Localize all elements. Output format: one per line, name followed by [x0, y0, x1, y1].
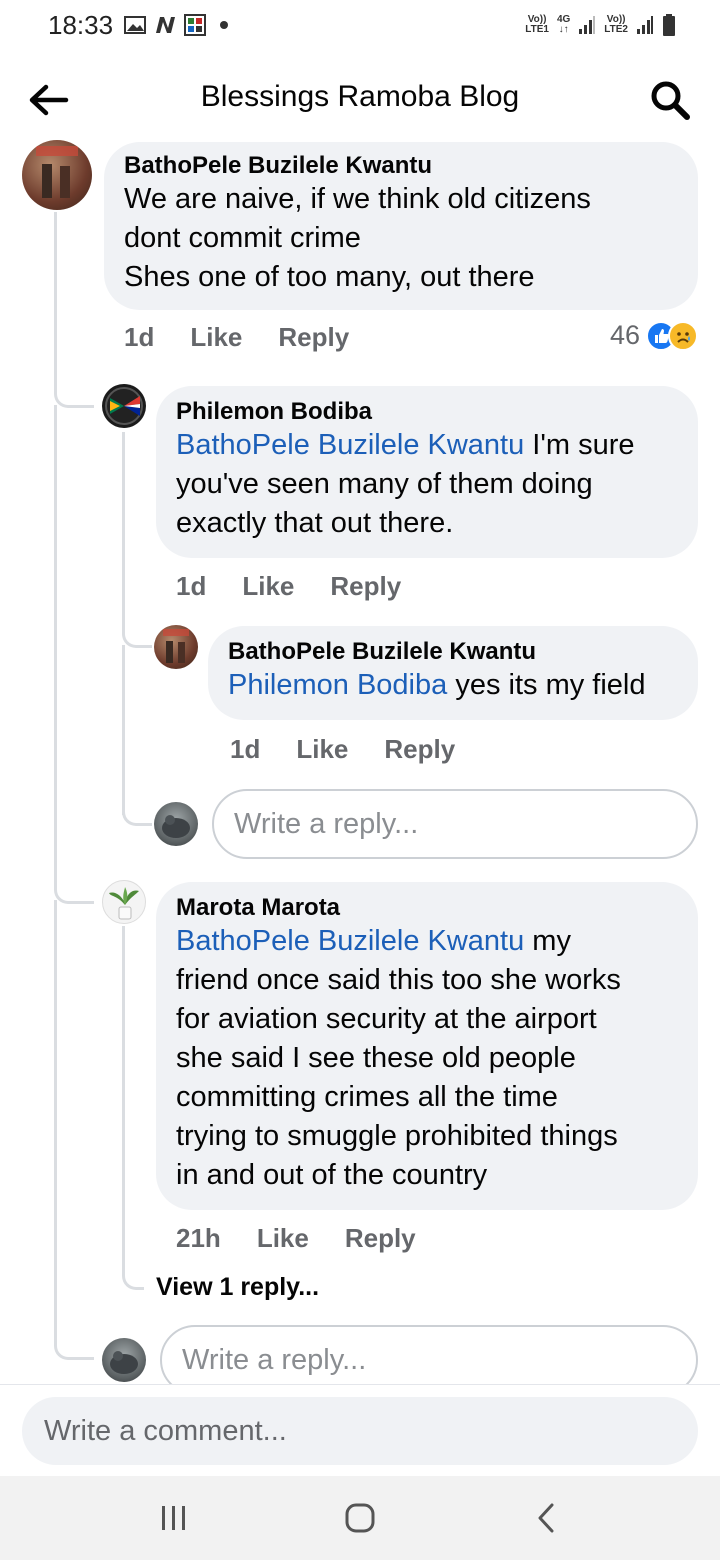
status-bar: 18:33 Vo)) LTE1 4G ↓↑ Vo)) LTE2 [0, 0, 720, 56]
comment-actions: 1d Like Reply [176, 571, 437, 602]
comment-actions: 1d Like Reply [124, 322, 385, 353]
thread-line-main [54, 212, 57, 392]
comment-composer-bar: Write a comment... [0, 1384, 720, 1476]
comment-text-line: you've seen many of them doing [176, 468, 593, 500]
comment-author[interactable]: BathoPele Buzilele Kwantu [124, 152, 678, 180]
sim1-volte-icon: Vo)) LTE1 [525, 14, 549, 35]
comment-text-line: exactly that out there. [176, 507, 454, 539]
comment-input-placeholder: Write a comment... [44, 1414, 287, 1447]
comment-text-line: dont commit crime [124, 222, 361, 254]
thread-connector-r1a [122, 620, 152, 648]
n-app-icon [156, 17, 175, 33]
gallery-icon [124, 16, 146, 34]
reply-input-placeholder: Write a reply... [182, 1343, 367, 1376]
comment-text-line: for aviation security at the airport [176, 1003, 597, 1035]
comment-actions: 1d Like Reply [230, 734, 491, 765]
avatar[interactable] [154, 625, 198, 669]
reply-input[interactable]: Write a reply... [212, 789, 698, 859]
plant-icon [109, 887, 139, 920]
comment-time: 1d [124, 322, 155, 352]
app-grid-icon [184, 14, 206, 36]
signal-sim2-icon [637, 16, 653, 34]
status-system-icons: Vo)) LTE1 4G ↓↑ Vo)) LTE2 [525, 14, 676, 36]
status-notification-icons [124, 14, 228, 36]
reply-button[interactable]: Reply [278, 322, 349, 353]
comment-actions: 21h Like Reply [176, 1223, 452, 1254]
reply-button[interactable]: Reply [330, 571, 401, 602]
avatar-image-icon [36, 146, 78, 198]
search-icon[interactable] [648, 78, 692, 122]
comment-text-line: in and out of the country [176, 1159, 488, 1191]
comment-time: 21h [176, 1223, 221, 1253]
thread-line-main-3 [54, 900, 57, 1340]
back-nav-icon[interactable] [528, 1498, 568, 1538]
page-title: Blessings Ramoba Blog [200, 80, 520, 113]
comment-text-line: trying to smuggle prohibited things [176, 1120, 618, 1152]
mention-link[interactable]: Philemon Bodiba [228, 669, 447, 701]
avatar-image-icon [162, 815, 190, 838]
avatar [102, 1338, 146, 1382]
sad-reaction-icon [668, 320, 698, 351]
reaction-summary[interactable]: 46 [610, 320, 698, 351]
comment-author[interactable]: BathoPele Buzilele Kwantu [228, 638, 678, 666]
comment-text-line: BathoPele Buzilele Kwantu my [176, 925, 571, 957]
status-time: 18:33 [48, 10, 114, 40]
like-button[interactable]: Like [296, 734, 348, 765]
comment-text-line: Shes one of too many, out there [124, 261, 535, 293]
recent-apps-icon[interactable] [154, 1498, 194, 1538]
avatar-image-icon [110, 1351, 138, 1374]
reaction-count: 46 [609, 320, 640, 350]
comment-text-line: committing crimes all the time [176, 1081, 558, 1113]
reply-bubble[interactable]: Philemon Bodiba BathoPele Buzilele Kwant… [156, 386, 698, 558]
app-header: Blessings Ramoba Blog [0, 56, 720, 142]
comment-bubble[interactable]: BathoPele Buzilele Kwantu We are naive, … [104, 142, 698, 310]
battery-icon [663, 14, 675, 36]
comment-text-line: BathoPele Buzilele Kwantu I'm sure [176, 429, 635, 461]
avatar[interactable] [102, 880, 146, 924]
mention-link[interactable]: BathoPele Buzilele Kwantu [176, 429, 524, 461]
reply-button[interactable]: Reply [345, 1223, 416, 1254]
thread-connector-reply-input [54, 1336, 94, 1360]
thread-connector-view-replies [122, 1264, 144, 1290]
reply-bubble[interactable]: Marota Marota BathoPele Buzilele Kwantu … [156, 882, 698, 1210]
thread-line-r1 [122, 432, 125, 632]
network-4g-icon: 4G ↓↑ [556, 14, 571, 35]
system-nav-bar [0, 1476, 720, 1560]
view-replies-link[interactable]: View 1 reply... [156, 1273, 319, 1302]
comment-text-line: she said I see these old people [176, 1042, 576, 1074]
notification-dot-icon [220, 21, 228, 29]
reply-button[interactable]: Reply [384, 734, 455, 765]
mention-link[interactable]: BathoPele Buzilele Kwantu [176, 925, 524, 957]
like-button[interactable]: Like [242, 571, 294, 602]
comment-input[interactable]: Write a comment... [22, 1397, 698, 1465]
thread-line-r1-2 [122, 645, 125, 815]
comment-text-line: friend once said this too she works [176, 964, 621, 996]
sim2-volte-icon: Vo)) LTE2 [604, 14, 628, 35]
thread-connector-r2 [54, 880, 94, 904]
thread-line-r2 [122, 926, 125, 1276]
avatar[interactable] [22, 140, 92, 210]
comment-time: 1d [230, 734, 261, 764]
comment-author[interactable]: Marota Marota [176, 894, 678, 922]
thread-connector-r1-input [122, 800, 152, 826]
reply-input-placeholder: Write a reply... [234, 807, 419, 840]
avatar [154, 802, 198, 846]
comment-text-line: We are naive, if we think old citizens [124, 183, 591, 215]
avatar-image-icon [105, 387, 143, 425]
comment-time: 1d [176, 571, 207, 601]
like-button[interactable]: Like [190, 322, 242, 353]
comment-author[interactable]: Philemon Bodiba [176, 398, 678, 426]
signal-sim1-icon [579, 16, 596, 34]
reply-bubble[interactable]: BathoPele Buzilele Kwantu Philemon Bodib… [208, 626, 698, 720]
like-button[interactable]: Like [257, 1223, 309, 1254]
thread-line-main-2 [54, 405, 57, 885]
thread-connector-r1 [54, 380, 94, 408]
avatar-image-icon [163, 629, 189, 663]
comment-text-line: Philemon Bodiba yes its my field [228, 669, 646, 701]
avatar[interactable] [102, 384, 146, 428]
home-icon[interactable] [340, 1498, 380, 1538]
